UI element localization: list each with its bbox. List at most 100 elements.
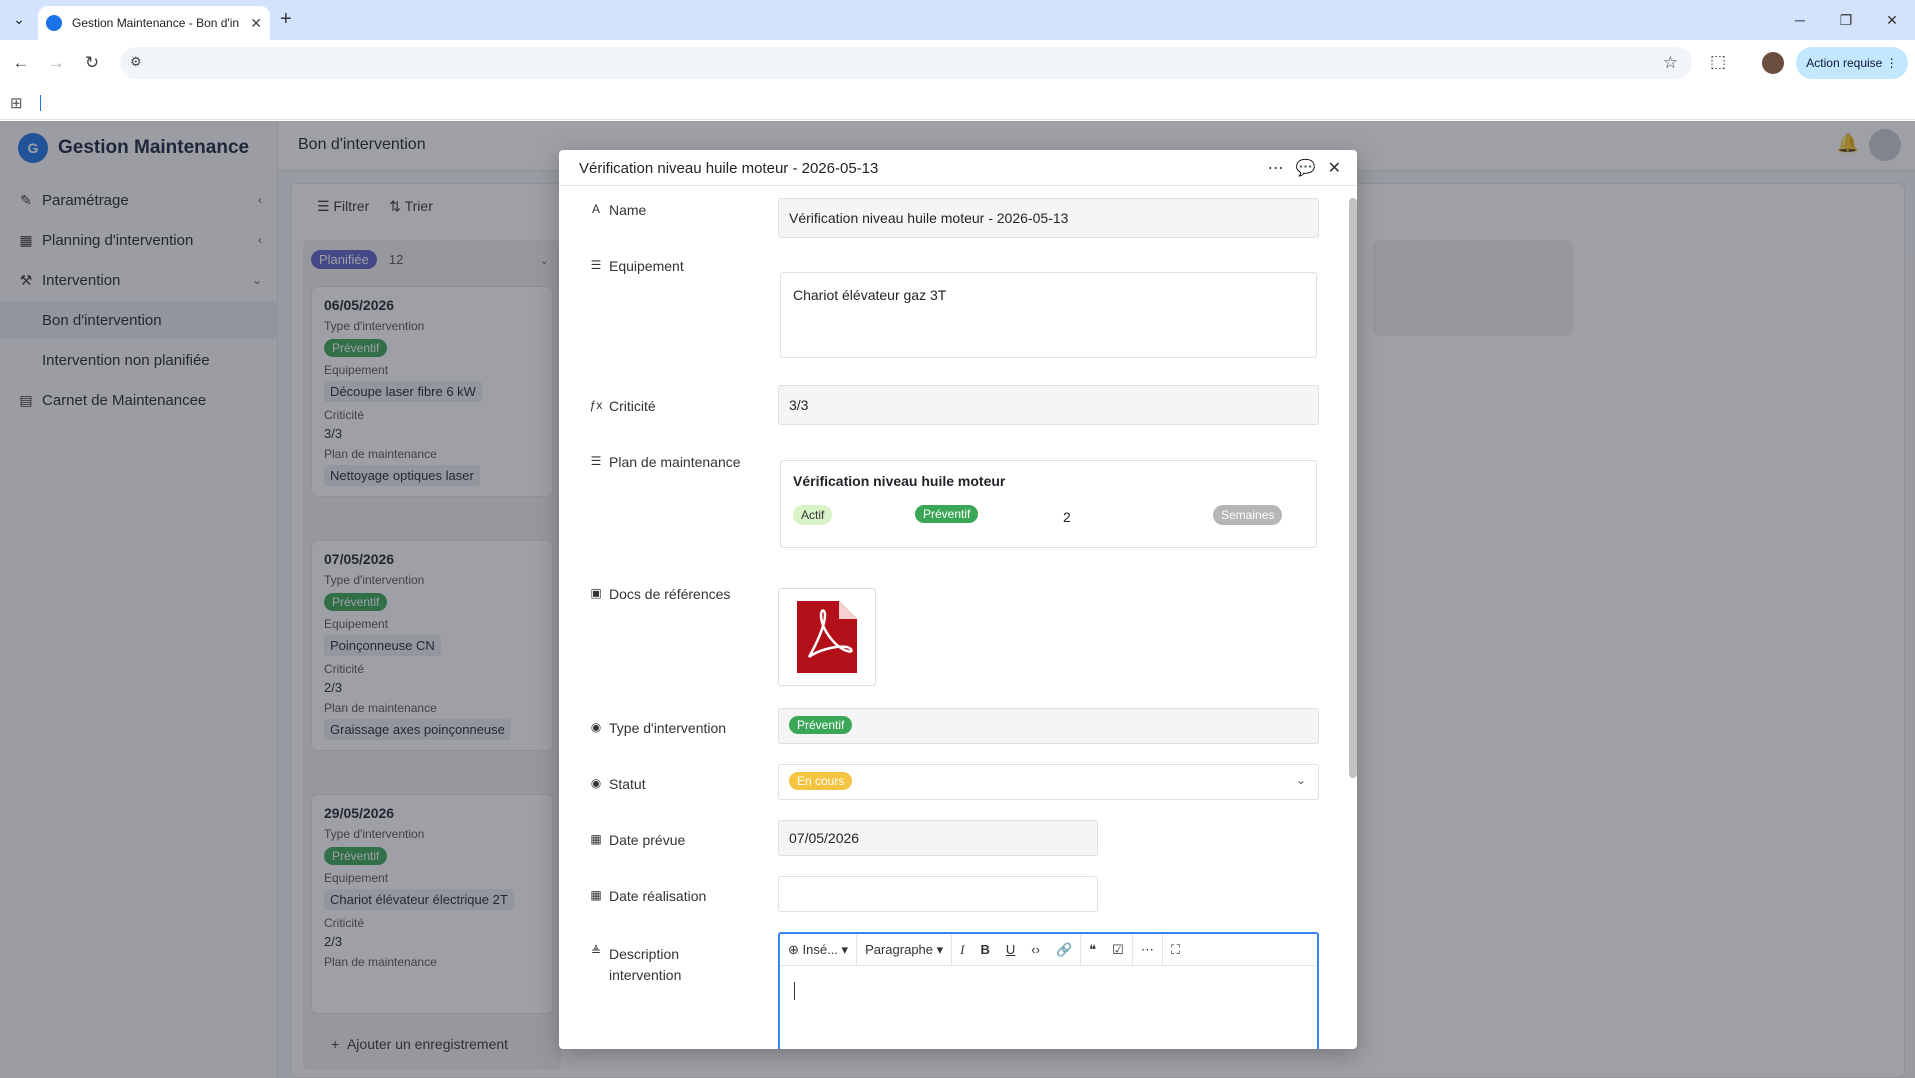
- field-docs-label: ▣ Docs de références: [589, 586, 730, 602]
- statut-value-badge: En cours: [789, 772, 853, 790]
- back-icon[interactable]: ←: [9, 51, 33, 75]
- criticite-value: 3/3: [789, 397, 809, 413]
- app-favicon-icon: [46, 15, 62, 31]
- link-icon[interactable]: 🔗: [1048, 934, 1080, 966]
- label-line-2: intervention: [609, 967, 682, 983]
- paragraph-label: Paragraphe: [865, 942, 934, 957]
- label-text: Date prévue: [609, 832, 686, 848]
- modal-header: Vérification niveau huile moteur - 2026-…: [559, 150, 1357, 186]
- list-icon: ☰: [590, 258, 602, 272]
- address-bar[interactable]: ⚙ ☆: [120, 47, 1692, 79]
- field-name-label: A Name: [589, 202, 646, 218]
- date-prevue-input[interactable]: 07/05/2026: [778, 820, 1098, 856]
- action-required-label: Action requise: [1806, 56, 1883, 70]
- formula-icon: ƒx: [589, 398, 603, 412]
- window-controls: ─ ❐ ✕: [1777, 0, 1915, 40]
- insert-dropdown[interactable]: ⊕ Insé... ▾: [780, 934, 856, 966]
- plan-linked-card[interactable]: Vérification niveau huile moteur Actif P…: [780, 460, 1317, 548]
- label-text: Description intervention: [609, 944, 681, 986]
- field-plan-label: ☰ Plan de maintenance: [589, 454, 741, 470]
- code-icon[interactable]: ‹›: [1023, 934, 1048, 966]
- text-cursor: [794, 982, 795, 1000]
- extensions-icon[interactable]: ⬚: [1710, 52, 1726, 72]
- plan-title: Vérification niveau huile moteur: [793, 473, 1006, 489]
- equipement-linked-card[interactable]: Chariot élévateur gaz 3T: [780, 272, 1317, 358]
- plan-unit-badge: Semaines: [1213, 505, 1283, 525]
- bookmark-star-icon[interactable]: ☆: [1663, 53, 1678, 73]
- label-line-1: Description: [609, 946, 680, 962]
- label-text: Type d'intervention: [609, 720, 727, 736]
- date-realisation-input[interactable]: [778, 876, 1098, 912]
- modal-actions: ⋯ 💬 ✕: [1268, 158, 1341, 178]
- underline-icon[interactable]: U: [998, 934, 1023, 966]
- restore-icon[interactable]: ❐: [1823, 0, 1869, 40]
- action-required-button[interactable]: Action requise ⋮: [1796, 47, 1908, 79]
- tab-title: Gestion Maintenance - Bon d'in: [72, 16, 240, 30]
- italic-icon[interactable]: I: [952, 934, 972, 966]
- field-type-label: ◉ Type d'intervention: [589, 720, 726, 736]
- type-value-badge: Préventif: [789, 716, 853, 734]
- pdf-file-icon: [797, 601, 857, 673]
- browser-tabbar: ⌄ Gestion Maintenance - Bon d'in ✕ + ─ ❐…: [0, 0, 1915, 40]
- insert-label: Insé...: [802, 942, 838, 957]
- label-text: Statut: [609, 776, 646, 792]
- tab-close-icon[interactable]: ✕: [250, 15, 262, 32]
- type-select[interactable]: Préventif: [778, 708, 1319, 744]
- modal-scrollbar[interactable]: [1349, 198, 1357, 778]
- criticite-field: 3/3: [778, 385, 1319, 425]
- field-date-realisation-label: ▦ Date réalisation: [589, 888, 706, 904]
- profile-avatar[interactable]: [1762, 52, 1784, 74]
- bold-icon[interactable]: B: [973, 934, 998, 966]
- plan-type-badge: Préventif: [915, 505, 979, 523]
- calendar-icon: ▦: [590, 832, 602, 846]
- minimize-icon[interactable]: ─: [1777, 0, 1823, 40]
- label-text: Docs de références: [609, 586, 731, 602]
- record-modal: Vérification niveau huile moteur - 2026-…: [559, 150, 1357, 1049]
- fullscreen-icon[interactable]: ⛶: [1163, 934, 1188, 966]
- label-text: Criticité: [609, 398, 656, 414]
- bookmarks-separator: [40, 95, 41, 111]
- modal-title: Vérification niveau huile moteur - 2026-…: [579, 160, 879, 177]
- browser-tab[interactable]: Gestion Maintenance - Bon d'in ✕: [38, 6, 270, 40]
- text-field-icon: A: [591, 202, 600, 216]
- date-prevue-value: 07/05/2026: [789, 830, 860, 846]
- apps-grid-icon[interactable]: ⊞: [10, 94, 23, 112]
- tab-list-chevron-icon[interactable]: ⌄: [8, 8, 30, 30]
- editor-toolbar: ⊕ Insé... ▾ Paragraphe ▾ I B U ‹› 🔗 ❝ ☑ …: [780, 933, 1317, 966]
- field-date-prevue-label: ▦ Date prévue: [589, 832, 685, 848]
- checklist-icon[interactable]: ☑: [1104, 934, 1132, 966]
- field-description-label: ≜ Description intervention: [589, 944, 681, 986]
- close-icon[interactable]: ✕: [1328, 158, 1341, 178]
- label-text: Name: [609, 202, 647, 218]
- forward-icon[interactable]: →: [44, 51, 68, 75]
- label-text: Plan de maintenance: [609, 454, 741, 470]
- plan-frequency: 2: [1063, 509, 1071, 525]
- close-window-icon[interactable]: ✕: [1869, 0, 1915, 40]
- equipement-value: Chariot élévateur gaz 3T: [793, 287, 947, 303]
- field-criticite-label: ƒx Criticité: [589, 398, 656, 414]
- label-text: Equipement: [609, 258, 684, 274]
- plan-status-badge: Actif: [793, 505, 833, 525]
- field-statut-label: ◉ Statut: [589, 776, 646, 792]
- name-input[interactable]: Vérification niveau huile moteur - 2026-…: [778, 198, 1319, 238]
- dropdown-circle-icon: ◉: [590, 776, 602, 790]
- comment-icon[interactable]: 💬: [1296, 158, 1316, 178]
- bookmarks-bar: ⊞: [0, 86, 1915, 120]
- more-icon[interactable]: ⋯: [1133, 934, 1162, 966]
- description-editor[interactable]: ⊕ Insé... ▾ Paragraphe ▾ I B U ‹› 🔗 ❝ ☑ …: [778, 932, 1319, 1049]
- dropdown-circle-icon: ◉: [590, 720, 602, 734]
- more-options-icon[interactable]: ⋯: [1268, 158, 1284, 178]
- statut-select[interactable]: En cours ⌄: [778, 764, 1319, 800]
- attachment-icon: ▣: [590, 586, 602, 600]
- name-value: Vérification niveau huile moteur - 2026-…: [789, 210, 1069, 226]
- paragraph-dropdown[interactable]: Paragraphe ▾: [857, 934, 951, 966]
- quote-icon[interactable]: ❝: [1081, 934, 1104, 966]
- reload-icon[interactable]: ↻: [80, 51, 104, 75]
- site-settings-icon[interactable]: ⚙: [130, 54, 142, 70]
- list-icon: ☰: [590, 454, 602, 468]
- new-tab-plus-icon[interactable]: +: [280, 9, 292, 29]
- label-text: Date réalisation: [609, 888, 707, 904]
- field-equipement-label: ☰ Equipement: [589, 258, 684, 274]
- pdf-attachment-thumbnail[interactable]: [778, 588, 876, 686]
- calendar-icon: ▦: [590, 888, 602, 902]
